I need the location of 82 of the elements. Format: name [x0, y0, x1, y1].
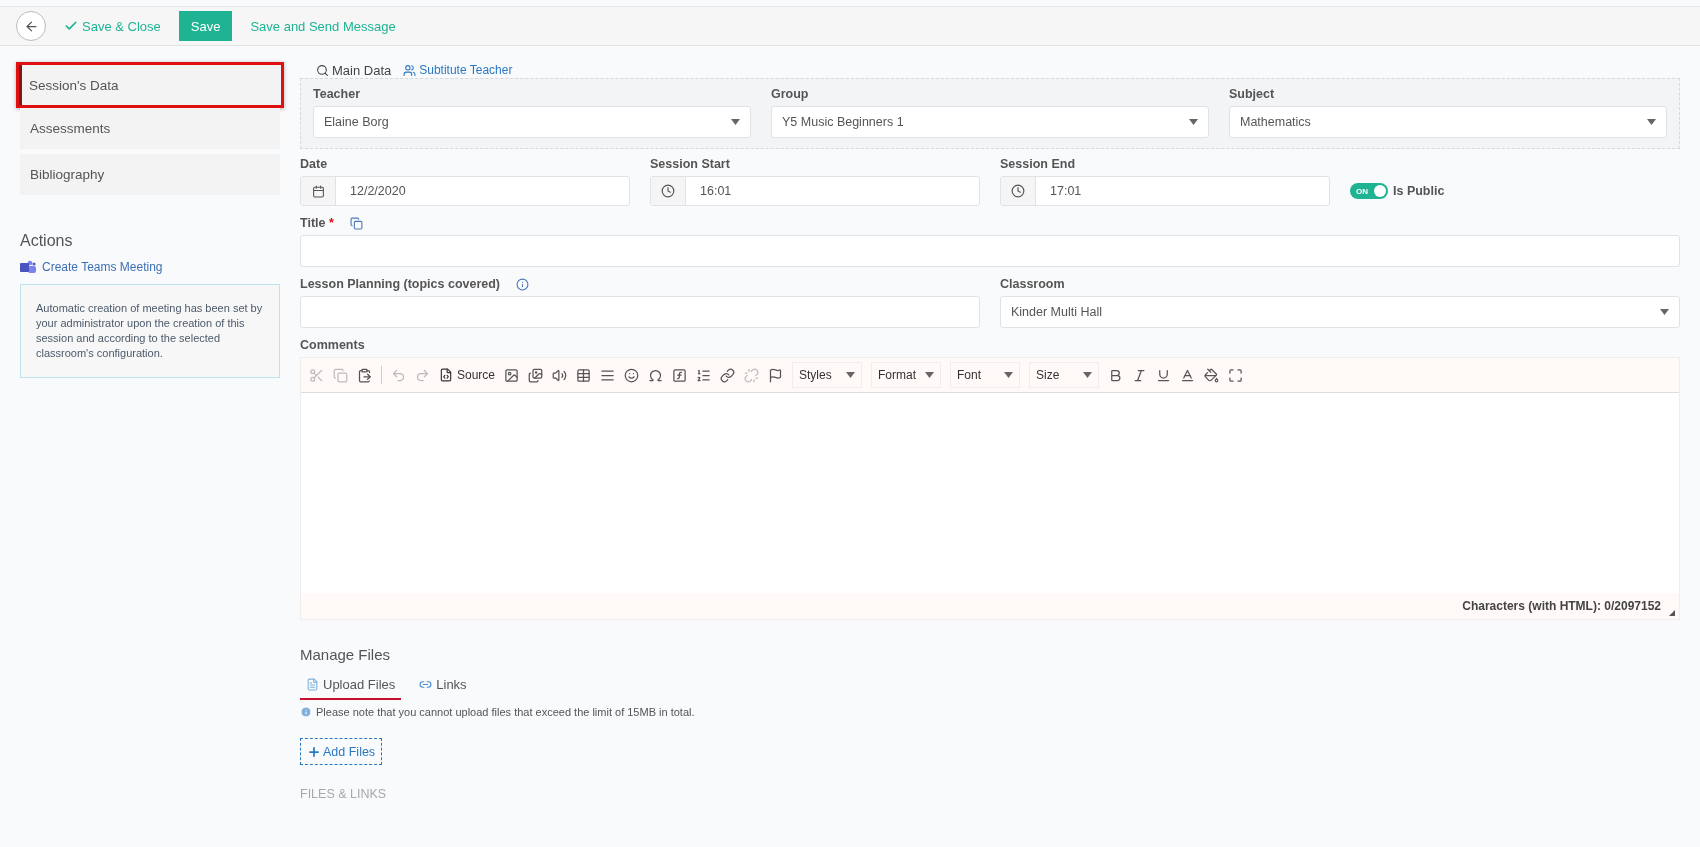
sidebar-item[interactable]: Session's Data	[16, 62, 284, 108]
select-field[interactable]: Elaine Borg	[313, 106, 751, 138]
info-icon	[300, 706, 312, 718]
italic-icon[interactable]	[1132, 367, 1148, 383]
create-meeting-link[interactable]: Create Teams Meeting	[20, 260, 280, 274]
omega-icon[interactable]	[648, 367, 664, 383]
copy-icon[interactable]	[349, 216, 363, 230]
toolbar-dropdown[interactable]: Size	[1029, 362, 1100, 388]
select-field[interactable]: Y5 Music Beginners 1	[771, 106, 1209, 138]
smiley-icon[interactable]	[624, 367, 640, 383]
sidebar-item[interactable]: Assessments	[20, 108, 280, 149]
caret-icon	[925, 372, 935, 378]
input-field[interactable]: 17:01	[1000, 176, 1330, 206]
character-counter: Characters (with HTML): 0/2097152	[1462, 599, 1661, 613]
caret-icon	[1660, 309, 1669, 315]
horizontal-rule-icon[interactable]	[600, 367, 616, 383]
sidebar-item[interactable]: Bibliography	[20, 154, 280, 195]
field-label: Lesson Planning (topics covered)	[300, 277, 501, 291]
toolbar-dropdown[interactable]: Font	[950, 362, 1021, 388]
form-tab[interactable]: Main Data	[316, 62, 392, 78]
select-field[interactable]: Mathematics	[1229, 106, 1667, 138]
files-tab[interactable]: Upload Files	[300, 677, 402, 700]
back-button[interactable]	[16, 11, 46, 41]
info-note: Automatic creation of meeting has been set by your administrator upon the creation of this session and according to the selected classroom's configuration.	[20, 284, 280, 378]
input-field[interactable]: 16:01	[650, 176, 980, 206]
check-icon	[64, 19, 78, 33]
caret-icon	[846, 372, 856, 378]
field-label: Session Start	[650, 157, 731, 171]
list-icon[interactable]	[696, 367, 712, 383]
caret-icon	[1083, 372, 1093, 378]
add-files-button[interactable]: Add Files	[300, 738, 383, 765]
upload-note: Please note that you cannot upload files that exceed the limit of 15MB in total.	[316, 706, 695, 718]
function-icon[interactable]	[672, 367, 688, 383]
search-icon	[316, 63, 329, 77]
flag-icon[interactable]	[768, 367, 784, 383]
table-icon[interactable]	[576, 367, 592, 383]
paste-icon[interactable]	[357, 367, 372, 383]
field-label: Session End	[1000, 157, 1077, 171]
field-label: Subject	[1229, 87, 1276, 101]
form-tab[interactable]: Subtitute Teacher	[403, 63, 513, 77]
maximize-icon[interactable]	[1228, 367, 1244, 383]
calendar-icon	[311, 184, 325, 198]
section-heading: FILES & LINKS	[300, 787, 388, 801]
background-color-icon[interactable]	[1204, 367, 1220, 383]
field-label: Title *	[300, 216, 334, 230]
resize-grip-icon[interactable]	[1669, 610, 1675, 616]
field-label: Date	[300, 157, 329, 171]
toolbar-dropdown[interactable]: Styles	[792, 362, 863, 388]
caret-icon	[731, 119, 740, 125]
document-icon	[306, 678, 319, 691]
link-icon	[419, 678, 433, 691]
actions-heading: Actions	[20, 232, 74, 250]
plus-icon	[307, 744, 321, 759]
field-label: Comments	[300, 338, 366, 352]
files-tab[interactable]: Links	[413, 677, 473, 700]
link-icon[interactable]	[720, 367, 736, 383]
section-heading: Manage Files	[300, 646, 392, 663]
clock-icon	[661, 184, 675, 198]
clock-icon	[1011, 184, 1025, 198]
toolbar-dropdown[interactable]: Format	[871, 362, 942, 388]
caret-icon	[1647, 119, 1656, 125]
image-icon[interactable]	[504, 367, 520, 383]
text-color-icon[interactable]	[1180, 367, 1196, 383]
info-icon	[516, 277, 530, 291]
select-field[interactable]: Kinder Multi Hall	[1000, 296, 1680, 328]
toggle-label: Is Public	[1393, 184, 1445, 198]
audio-icon[interactable]	[552, 367, 568, 383]
input-field[interactable]	[300, 296, 980, 328]
caret-icon	[1004, 372, 1014, 378]
caret-icon	[1189, 119, 1198, 125]
field-label: Teacher	[313, 87, 361, 101]
input-field[interactable]	[300, 235, 1680, 267]
underline-icon[interactable]	[1156, 367, 1172, 383]
input-field[interactable]: 12/2/2020	[300, 176, 630, 206]
source-button[interactable]: Source	[439, 368, 496, 382]
images-icon[interactable]	[528, 367, 544, 383]
field-label: Group	[771, 87, 810, 101]
teams-icon	[20, 260, 36, 274]
people-icon	[403, 63, 417, 77]
back-arrow-icon	[23, 18, 39, 34]
field-label: Classroom	[1000, 277, 1066, 291]
code-file-icon	[439, 368, 453, 382]
